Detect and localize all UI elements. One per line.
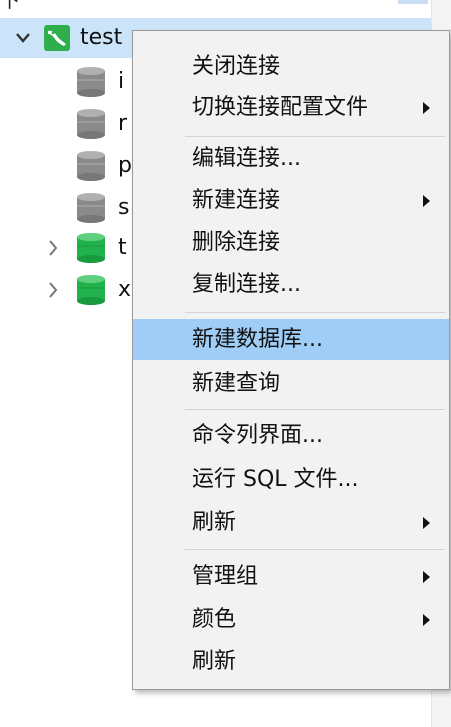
menu-item-command-line-interface[interactable]: 命令列界面...: [133, 415, 449, 456]
menu-separator: [185, 312, 445, 313]
menu-separator: [185, 136, 445, 137]
menu-item-label: 关闭连接: [192, 54, 281, 79]
menu-item-label: 颜色: [192, 607, 237, 632]
menu-item-label: 编辑连接...: [192, 146, 301, 171]
menu-separator: [185, 549, 445, 550]
database-icon: [76, 150, 106, 182]
submenu-arrow-icon: [423, 517, 430, 529]
database-icon: [76, 232, 106, 264]
database-name: p: [118, 153, 132, 178]
menu-item-label: 新建查询: [192, 371, 281, 396]
chevron-right-icon[interactable]: [46, 270, 60, 325]
database-name: t: [118, 235, 127, 260]
menu-item-label: 管理组: [192, 564, 259, 589]
menu-item-label: 复制连接...: [192, 272, 301, 297]
menu-item-label: 运行 SQL 文件...: [192, 467, 359, 492]
menu-item-label: 刷新: [192, 649, 237, 674]
menu-item-new-connection[interactable]: 新建连接: [133, 180, 449, 221]
clipped-header-text: 下: [0, 0, 20, 12]
menu-item-run-sql-file[interactable]: 运行 SQL 文件...: [133, 459, 449, 500]
database-name: x: [118, 277, 132, 302]
submenu-arrow-icon: [423, 614, 430, 626]
menu-item-delete-connection[interactable]: 删除连接: [133, 222, 449, 263]
connection-name: test: [80, 25, 123, 50]
menu-item-label: 切换连接配置文件: [192, 95, 369, 120]
menu-item-switch-connection-profile[interactable]: 切换连接配置文件: [133, 87, 449, 128]
menu-separator: [185, 409, 445, 410]
connection-icon: [44, 25, 70, 51]
menu-item-copy-connection[interactable]: 复制连接...: [133, 264, 449, 305]
menu-item-new-query[interactable]: 新建查询: [133, 363, 449, 404]
database-name: i: [118, 69, 125, 94]
menu-item-label: 命令列界面...: [192, 423, 323, 448]
database-name: r: [118, 111, 128, 136]
menu-item-refresh-submenu[interactable]: 刷新: [133, 502, 449, 543]
menu-item-manage-group[interactable]: 管理组: [133, 556, 449, 597]
database-name: s: [118, 195, 130, 220]
menu-item-label: 新建连接: [192, 188, 281, 213]
top-edge-indicator: [398, 0, 428, 4]
submenu-arrow-icon: [423, 571, 430, 583]
menu-item-label: 删除连接: [192, 230, 281, 255]
menu-item-color[interactable]: 颜色: [133, 599, 449, 640]
menu-item-new-database[interactable]: 新建数据库...: [133, 319, 449, 360]
menu-item-edit-connection[interactable]: 编辑连接...: [133, 138, 449, 179]
submenu-arrow-icon: [423, 195, 430, 207]
submenu-arrow-icon: [423, 102, 430, 114]
context-menu: 关闭连接 切换连接配置文件 编辑连接... 新建连接 删除连接 复制连接... …: [132, 30, 450, 690]
menu-item-close-connection[interactable]: 关闭连接: [133, 46, 449, 87]
menu-item-refresh[interactable]: 刷新: [133, 641, 449, 682]
database-icon: [76, 108, 106, 140]
database-icon: [76, 66, 106, 98]
database-icon: [76, 192, 106, 224]
menu-item-label: 新建数据库...: [192, 327, 323, 352]
menu-item-label: 刷新: [192, 510, 237, 535]
database-icon: [76, 274, 106, 306]
